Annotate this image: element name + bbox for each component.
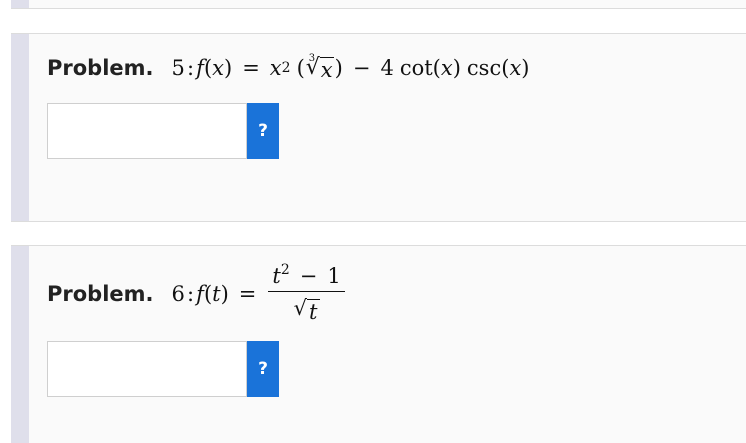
fraction: t2−1 √ t bbox=[268, 263, 345, 324]
problem-formula: 6 : f(t) = t2−1 √ t bbox=[171, 263, 345, 324]
problem-statement: Problem. 5 : f(x) = x2 ( 3 √ x ) − 4 cot… bbox=[47, 50, 529, 86]
card-accent-bar bbox=[11, 246, 29, 443]
fraction-numerator: t2−1 bbox=[268, 263, 345, 292]
problem-formula: 5 : f(x) = x2 ( 3 √ x ) − 4 cot(x) csc(x… bbox=[171, 52, 530, 82]
cube-root: 3 √ x bbox=[305, 52, 334, 82]
problem-number: 6 bbox=[171, 282, 185, 306]
page: Problem. 5 : f(x) = x2 ( 3 √ x ) − 4 cot… bbox=[0, 0, 746, 443]
card-accent-bar bbox=[11, 0, 29, 8]
problem-card-6: Problem. 6 : f(t) = t2−1 √ t ? bbox=[11, 245, 746, 443]
problem-number: 5 bbox=[171, 56, 185, 80]
problem-card-5: Problem. 5 : f(x) = x2 ( 3 √ x ) − 4 cot… bbox=[11, 33, 746, 222]
answer-row: ? bbox=[47, 103, 279, 159]
problem-label: Problem. bbox=[47, 56, 154, 80]
problem-statement: Problem. 6 : f(t) = t2−1 √ t bbox=[47, 260, 345, 328]
previous-problem-card bbox=[11, 0, 746, 9]
fraction-denominator: √ t bbox=[293, 296, 320, 324]
help-button[interactable]: ? bbox=[247, 341, 279, 397]
problem-label: Problem. bbox=[47, 282, 154, 306]
answer-row: ? bbox=[47, 341, 279, 397]
help-button[interactable]: ? bbox=[247, 103, 279, 159]
answer-input[interactable] bbox=[47, 341, 247, 397]
answer-input[interactable] bbox=[47, 103, 247, 159]
card-accent-bar bbox=[11, 34, 29, 221]
